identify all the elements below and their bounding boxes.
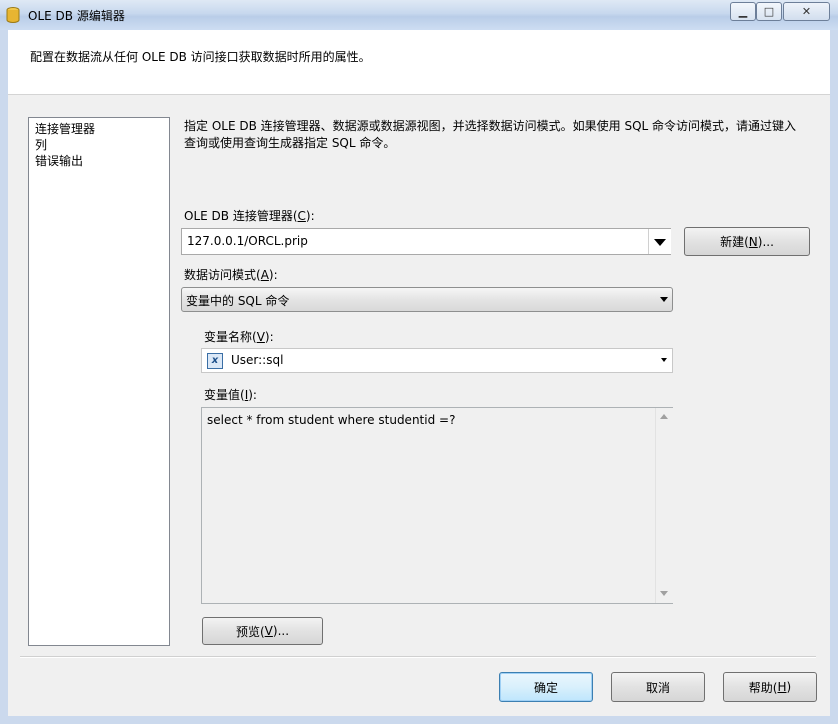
variable-icon: x (207, 353, 223, 369)
connection-manager-combo[interactable]: 127.0.0.1/ORCL.prip (181, 228, 671, 255)
variable-value-textarea[interactable]: select * from student where studentid =? (201, 407, 673, 604)
nav-item-connection-manager[interactable]: 连接管理器 (35, 120, 95, 137)
chevron-down-icon (654, 239, 666, 246)
maximize-button[interactable]: □ (756, 2, 782, 21)
variable-name-label: 变量名称(V): (204, 330, 274, 344)
nav-item-columns[interactable]: 列 (35, 136, 47, 153)
scroll-up-icon[interactable] (660, 414, 668, 419)
header-description: 配置在数据流从任何 OLE DB 访问接口获取数据时所用的属性。 (30, 50, 371, 64)
help-button[interactable]: 帮助(H) (723, 672, 817, 702)
access-mode-select[interactable]: 变量中的 SQL 命令 (181, 287, 673, 312)
page-nav-list: 连接管理器 列 错误输出 (28, 117, 170, 646)
nav-item-error-output[interactable]: 错误输出 (35, 152, 83, 169)
cancel-button[interactable]: 取消 (611, 672, 705, 702)
maximize-icon: □ (763, 5, 775, 18)
window-title: OLE DB 源编辑器 (28, 9, 125, 23)
chevron-down-icon (661, 358, 667, 362)
variable-name-value: User::sql (231, 353, 284, 367)
vertical-scrollbar[interactable] (655, 408, 673, 603)
chevron-down-icon (660, 297, 668, 302)
database-source-icon (6, 7, 20, 23)
close-button[interactable]: ✕ (783, 2, 830, 21)
access-mode-value: 变量中的 SQL 命令 (186, 294, 290, 308)
connection-label: OLE DB 连接管理器(C): (184, 209, 315, 223)
minimize-icon: ▁ (738, 5, 748, 18)
ok-button[interactable]: 确定 (499, 672, 593, 702)
window-frame-right (830, 30, 838, 724)
window-frame-left (0, 30, 8, 724)
minimize-button[interactable]: ▁ (730, 2, 756, 21)
close-icon: ✕ (801, 5, 812, 18)
variable-name-combo[interactable]: x User::sql (201, 348, 673, 373)
new-connection-button[interactable]: 新建(N)... (684, 227, 810, 256)
scroll-down-icon[interactable] (660, 591, 668, 596)
connection-dropdown-button[interactable] (648, 229, 671, 254)
footer-separator (20, 656, 816, 658)
variable-value-text: select * from student where studentid =? (207, 413, 456, 427)
connection-manager-value: 127.0.0.1/ORCL.prip (187, 234, 308, 248)
instructions-text: 指定 OLE DB 连接管理器、数据源或数据源视图，并选择数据访问模式。如果使用… (184, 119, 797, 150)
title-bar: OLE DB 源编辑器 ▁ □ ✕ (0, 0, 838, 30)
preview-button[interactable]: 预览(V)... (202, 617, 323, 645)
dialog-header: 配置在数据流从任何 OLE DB 访问接口获取数据时所用的属性。 (8, 30, 830, 95)
access-mode-label: 数据访问模式(A): (184, 268, 278, 282)
variable-value-label: 变量值(I): (204, 388, 257, 402)
window-frame-bottom (0, 716, 838, 724)
